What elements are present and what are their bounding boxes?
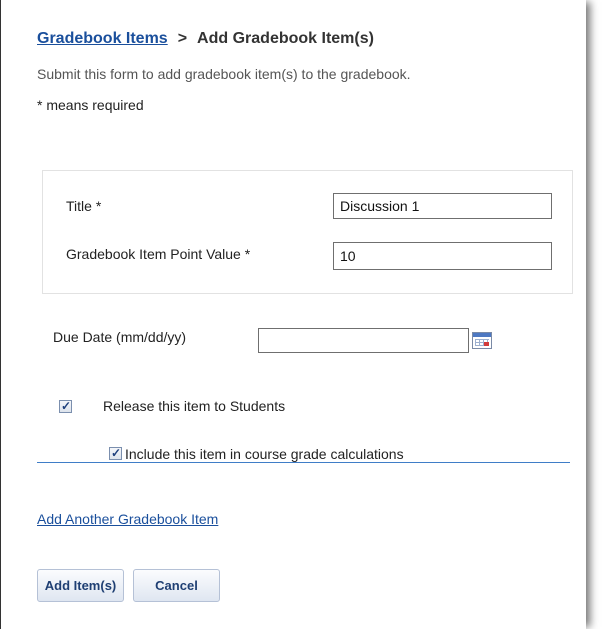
checkmark-icon: ✓ (111, 446, 122, 460)
include-in-grade-label: Include this item in course grade calcul… (125, 446, 404, 462)
breadcrumb-separator: > (177, 30, 188, 47)
calendar-icon-marker (484, 342, 489, 346)
required-note: * means required (37, 97, 144, 113)
add-items-button[interactable]: Add Item(s) (37, 569, 124, 602)
release-to-students-checkbox[interactable]: ✓ (59, 399, 72, 413)
due-date-label: Due Date (mm/dd/yy) (53, 329, 187, 345)
checkmark-icon: ✓ (61, 399, 72, 413)
title-label: Title * (66, 198, 102, 214)
calendar-icon-header (473, 333, 491, 337)
gradebook-form-window: Gradebook Items > Add Gradebook Item(s) Su… (0, 0, 586, 629)
breadcrumb-gradebook-items-link[interactable]: Gradebook Items (37, 30, 168, 47)
item-details-panel: Title * Gradebook Item Point Value * (42, 170, 573, 294)
cancel-button[interactable]: Cancel (133, 569, 220, 602)
section-divider (37, 462, 570, 463)
breadcrumb: Gradebook Items > Add Gradebook Item(s) (37, 30, 374, 48)
point-value-label: Gradebook Item Point Value * (66, 246, 251, 262)
add-another-item-link[interactable]: Add Another Gradebook Item (37, 511, 218, 527)
breadcrumb-current: Add Gradebook Item(s) (197, 30, 374, 47)
point-value-input[interactable] (333, 242, 552, 270)
calendar-icon[interactable] (472, 332, 492, 349)
include-in-grade-checkbox[interactable]: ✓ (109, 446, 122, 460)
due-date-input[interactable] (258, 328, 469, 353)
instructions-text: Submit this form to add gradebook item(s… (37, 66, 411, 82)
release-to-students-label: Release this item to Students (103, 398, 286, 414)
title-input[interactable] (333, 193, 552, 219)
